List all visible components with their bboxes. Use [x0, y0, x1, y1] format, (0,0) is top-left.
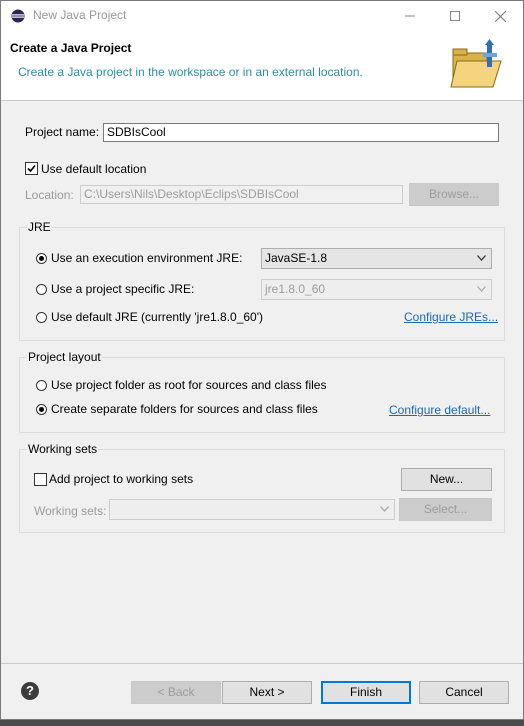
working-sets-label: Working sets: — [34, 504, 107, 518]
jre-env-select[interactable]: JavaSE-1.8 — [261, 248, 492, 269]
layout-root-label: Use project folder as root for sources a… — [51, 378, 327, 392]
working-sets-select[interactable] — [109, 499, 395, 520]
jre-specific-select[interactable]: jre1.8.0_60 — [261, 279, 492, 300]
next-button[interactable]: Next > — [222, 681, 312, 704]
jre-specific-select-value: jre1.8.0_60 — [265, 282, 326, 296]
browse-button[interactable]: Browse... — [409, 183, 499, 206]
chevron-down-icon — [477, 255, 486, 261]
jre-group-label: JRE — [27, 220, 52, 234]
minimize-button[interactable] — [387, 1, 433, 30]
select-working-sets-button[interactable]: Select... — [399, 498, 492, 521]
jre-env-label: Use an execution environment JRE: — [51, 251, 243, 265]
configure-jres-link[interactable]: Configure JREs... — [404, 310, 498, 324]
configure-default-link[interactable]: Configure default... — [389, 403, 490, 417]
help-icon[interactable]: ? — [21, 682, 39, 700]
chevron-down-icon — [477, 286, 486, 292]
jre-specific-label: Use a project specific JRE: — [51, 282, 195, 296]
close-button[interactable] — [477, 1, 523, 30]
chevron-down-icon — [380, 506, 389, 512]
jre-default-label: Use default JRE (currently 'jre1.8.0_60'… — [51, 310, 264, 324]
use-default-location-checkbox[interactable] — [25, 162, 38, 175]
banner-title: Create a Java Project — [10, 41, 132, 55]
project-layout-group-label: Project layout — [27, 350, 102, 364]
wizard-content: Project name: SDBIsCool Use default loca… — [1, 101, 523, 663]
new-java-project-dialog: New Java Project Create a Java Project C… — [0, 0, 524, 720]
title-bar: New Java Project — [1, 1, 523, 30]
jre-env-select-value: JavaSE-1.8 — [265, 251, 328, 265]
minimize-icon — [405, 15, 415, 17]
cancel-button[interactable]: Cancel — [419, 681, 509, 704]
add-to-working-sets-label: Add project to working sets — [49, 472, 194, 486]
use-default-location-label: Use default location — [41, 162, 147, 176]
working-sets-group: Working sets Add project to working sets… — [19, 442, 505, 533]
project-layout-group: Project layout Use project folder as roo… — [19, 350, 505, 433]
add-to-working-sets-checkbox[interactable] — [34, 473, 47, 486]
close-icon — [494, 10, 506, 23]
footer-separator — [1, 663, 523, 664]
project-name-label: Project name: — [25, 125, 100, 139]
working-sets-group-label: Working sets — [27, 442, 99, 456]
new-working-set-button[interactable]: New... — [401, 468, 492, 491]
back-button[interactable]: < Back — [131, 681, 221, 704]
window-title: New Java Project — [33, 8, 127, 22]
maximize-button[interactable] — [432, 1, 478, 30]
location-input[interactable]: C:\Users\Nils\Desktop\Eclips\SDBIsCool — [80, 185, 403, 204]
jre-group: JRE Use an execution environment JRE: Ja… — [19, 220, 505, 341]
jre-env-radio[interactable] — [36, 253, 47, 264]
finish-button[interactable]: Finish — [321, 681, 411, 704]
jre-default-radio[interactable] — [36, 312, 47, 323]
wizard-banner: Create a Java Project Create a Java proj… — [1, 30, 523, 101]
checkmark-icon — [27, 164, 36, 173]
banner-description: Create a Java project in the workspace o… — [18, 65, 363, 79]
project-name-input[interactable]: SDBIsCool — [103, 123, 499, 142]
layout-separate-label: Create separate folders for sources and … — [51, 402, 318, 416]
jre-specific-radio[interactable] — [36, 284, 47, 295]
maximize-icon — [450, 11, 460, 22]
folder-icon — [450, 39, 502, 88]
eclipse-icon — [11, 9, 25, 23]
layout-root-radio[interactable] — [36, 380, 47, 391]
layout-separate-radio[interactable] — [36, 404, 47, 415]
location-label: Location: — [25, 188, 74, 202]
